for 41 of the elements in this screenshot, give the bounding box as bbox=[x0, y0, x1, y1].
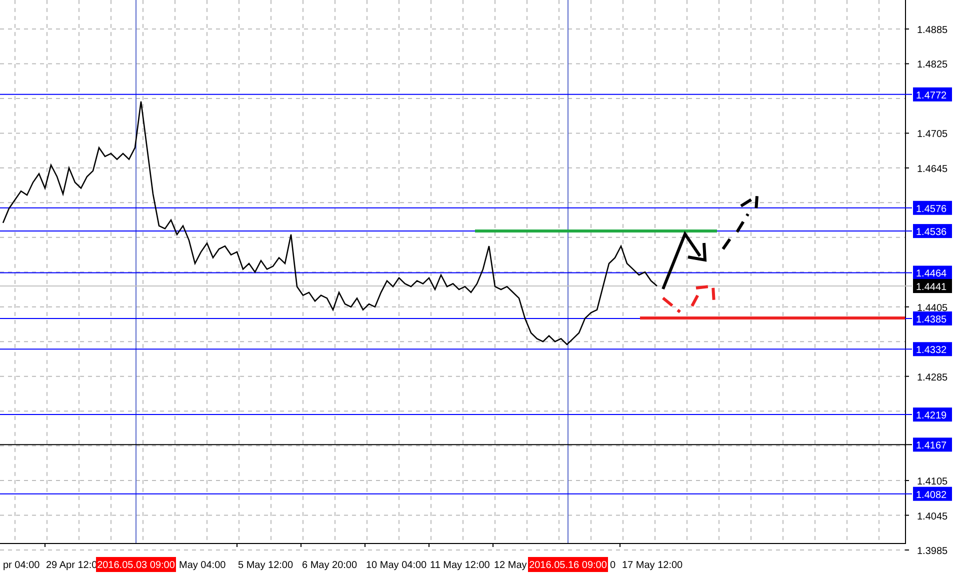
arrow-drawing bbox=[722, 193, 759, 250]
level-label: 1.4536 bbox=[913, 224, 952, 238]
axis-label: 1.4045 bbox=[917, 511, 948, 522]
ref-line-label: 1.4464 bbox=[916, 268, 948, 280]
axis-label: 0 bbox=[610, 560, 616, 571]
ref-line-label: 1.4219 bbox=[916, 410, 948, 422]
time-label: 2016.05.03 09:00 bbox=[96, 557, 176, 572]
ref-line-label: 1.4332 bbox=[916, 345, 948, 356]
axis-label: May 04:00 bbox=[179, 560, 226, 571]
axis-label: 17 May 12:00 bbox=[622, 560, 683, 571]
axis-label: 1.4885 bbox=[917, 25, 948, 36]
axis-label: pr 04:00 bbox=[3, 560, 40, 571]
level-label: 1.4464 bbox=[913, 266, 952, 280]
level-label: 1.4441 bbox=[913, 279, 952, 294]
level-label: 1.4082 bbox=[913, 486, 952, 501]
axis-label: 6 May 20:00 bbox=[302, 560, 358, 571]
ref-line-label: 1.4167 bbox=[916, 440, 948, 452]
axis-label: 1.3985 bbox=[917, 546, 948, 557]
level-label: 1.4332 bbox=[913, 342, 952, 356]
axis-label: 5 May 12:00 bbox=[238, 560, 294, 571]
level-label: 1.4167 bbox=[913, 438, 952, 452]
level-label: 1.4576 bbox=[913, 200, 952, 215]
axis-label: 10 May 04:00 bbox=[366, 560, 427, 571]
level-label: 1.4772 bbox=[913, 87, 952, 102]
axis-label: 1.4285 bbox=[917, 372, 948, 384]
ref-line-label: 1.4576 bbox=[916, 204, 948, 215]
axis-label: 1.4705 bbox=[917, 129, 948, 140]
ref-line-label: 1.4385 bbox=[916, 314, 948, 326]
axis-label: 11 May 12:00 bbox=[430, 560, 490, 571]
level-label: 1.4385 bbox=[913, 311, 952, 326]
axis-label: 1.4645 bbox=[917, 164, 948, 175]
axis-label: 1.4405 bbox=[917, 302, 948, 314]
ref-line-label: 1.4441 bbox=[916, 282, 948, 294]
ref-line-label: 1.4772 bbox=[916, 90, 948, 102]
axis-label: 12 May bbox=[494, 560, 527, 571]
time-label: 2016.05.16 09:00 bbox=[528, 557, 608, 572]
axis-label: 1.4105 bbox=[917, 476, 948, 488]
ref-line-label: 1.4082 bbox=[916, 490, 948, 501]
axis-label: 1.4825 bbox=[917, 60, 948, 71]
level-label: 1.4219 bbox=[913, 408, 952, 422]
ref-line-label: 1.4536 bbox=[916, 227, 948, 238]
